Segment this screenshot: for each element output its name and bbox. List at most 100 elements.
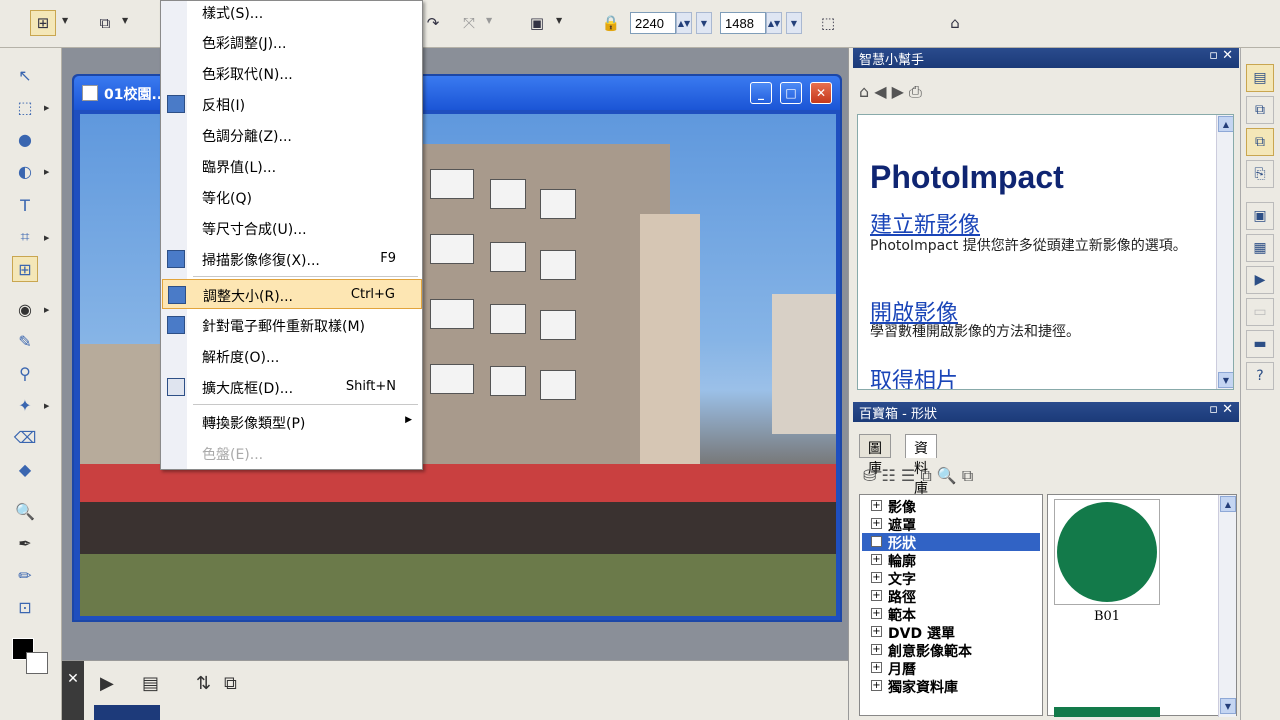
pointer-tool-icon[interactable]: ↖ [12, 62, 38, 88]
tree-item[interactable]: + 文字 [862, 569, 1040, 588]
panel-controls[interactable]: ▫ ✕ [1209, 48, 1233, 63]
panel-toggle-icon[interactable]: ▤ [1246, 64, 1274, 92]
text-tool-icon[interactable]: T [12, 192, 38, 218]
tab-gallery[interactable]: 圖庫 [859, 434, 891, 477]
panel-controls[interactable]: ▫ ✕ [1209, 402, 1233, 417]
menu-item-scan-repair[interactable]: 掃描影像修復(X)... F9 [162, 244, 422, 274]
close-icon[interactable]: ✕ [810, 82, 832, 104]
tree-item[interactable]: + DVD 選單 [862, 623, 1040, 642]
gallery-scrollbar[interactable]: ▲ ▼ [1218, 495, 1236, 717]
help-panel-header[interactable]: 智慧小幫手 ▫ ✕ [853, 48, 1239, 68]
help-nav-icons[interactable]: ⌂ ◀ ▶ ⎙ [859, 82, 922, 102]
height-dropdown-icon[interactable]: ▼ [786, 12, 802, 34]
expand-icon[interactable]: + [871, 662, 882, 673]
tree-item[interactable]: + 獨家資料庫 [862, 677, 1040, 696]
library-toolbar-icons[interactable]: ⛁ ☷ ☰ ⧉ 🔍 ⧉ [863, 466, 973, 486]
stamp-tool-icon[interactable]: ⚲ [12, 360, 38, 386]
tree-item-selected[interactable]: + 形狀 [862, 533, 1040, 552]
expand-icon[interactable]: + [871, 518, 882, 529]
play-icon[interactable]: ▶ [100, 673, 114, 694]
scroll-down-icon[interactable]: ▼ [1218, 372, 1233, 388]
expand-icon[interactable]: + [871, 590, 882, 601]
dropdown-arrow-icon[interactable]: ▶ [44, 168, 49, 176]
dropdown-arrow-icon[interactable]: ▼ [122, 16, 128, 25]
frame-list-icon[interactable]: ▤ [142, 673, 159, 694]
eye-tool-icon[interactable]: ◉ [12, 296, 38, 322]
scroll-up-icon[interactable]: ▲ [1218, 116, 1233, 132]
maximize-icon[interactable]: □ [780, 82, 802, 104]
width-spin-up-icon[interactable]: ▲▼ [676, 12, 692, 34]
dropdown-arrow-icon[interactable]: ▶ [44, 234, 49, 242]
width-dropdown-icon[interactable]: ▼ [696, 12, 712, 34]
zoom-tool-icon[interactable]: 🔍 [12, 498, 38, 524]
menu-item-color-adjust[interactable]: 色彩調整(J)... [162, 27, 422, 57]
help-icon[interactable]: ? [1246, 362, 1274, 390]
shape-tool-icon[interactable]: ● [12, 126, 38, 152]
monitor-icon[interactable]: ▬ [1246, 330, 1274, 358]
expand-icon[interactable]: + [871, 680, 882, 691]
menu-item-posterize[interactable]: 色調分離(Z)... [162, 120, 422, 150]
link-get-photo[interactable]: 取得相片 [870, 363, 958, 389]
tab-library[interactable]: 資料庫 [905, 434, 937, 497]
minimize-icon[interactable]: _ [750, 82, 772, 104]
home-icon[interactable]: ⌂ [942, 10, 968, 36]
grid-icon[interactable]: ▦ [1246, 234, 1274, 262]
tree-item[interactable]: + 月曆 [862, 659, 1040, 678]
expand-icon[interactable]: + [871, 572, 882, 583]
expand-icon[interactable]: + [871, 554, 882, 565]
layers-icon[interactable]: ⧉ [1246, 96, 1274, 124]
paint-tool-icon[interactable]: ✎ [12, 328, 38, 354]
sort-icon[interactable]: ⇅ [196, 673, 211, 694]
height-input[interactable] [720, 12, 766, 34]
tree-item[interactable]: + 路徑 [862, 587, 1040, 606]
eyedropper-tool-icon[interactable]: ✒ [12, 530, 38, 556]
eraser-tool-icon[interactable]: ⌫ [12, 424, 38, 450]
frame-thumbnail[interactable] [94, 705, 160, 720]
crop-tool-icon[interactable]: ⌗ [12, 224, 38, 250]
transform-icon[interactable]: ⧉ [92, 10, 118, 36]
expand-icon[interactable]: + [871, 626, 882, 637]
pick-tool-icon[interactable]: ⬚ [12, 94, 38, 120]
background-color-swatch[interactable] [26, 652, 48, 674]
dropdown-arrow-icon[interactable]: ▶ [44, 402, 49, 410]
align-icon[interactable]: ▣ [524, 10, 550, 36]
menu-item-equalize[interactable]: 等化(Q) [162, 182, 422, 212]
menu-item-threshold[interactable]: 臨界值(L)... [162, 151, 422, 181]
expand-icon[interactable]: + [871, 644, 882, 655]
help-scrollbar[interactable]: ▲ ▼ [1216, 115, 1233, 389]
duplicate-icon[interactable]: ⧉ [224, 673, 237, 694]
flip-icon[interactable]: ⤧ [456, 10, 482, 36]
dropdown-arrow-icon[interactable]: ▶ [44, 104, 49, 112]
menu-item-resolution[interactable]: 解析度(O)... [162, 341, 422, 371]
expand-icon[interactable]: + [871, 536, 882, 547]
close-icon[interactable]: ✕ [62, 661, 84, 720]
dropdown-arrow-icon[interactable]: ▼ [556, 16, 562, 25]
link-create-new-image[interactable]: 建立新影像 [870, 207, 980, 239]
scroll-up-icon[interactable]: ▲ [1220, 496, 1236, 512]
menu-item-resize[interactable]: 調整大小(R)... Ctrl+G [162, 279, 422, 309]
menu-item-expand-canvas[interactable]: 擴大底框(D)... Shift+N [162, 372, 422, 402]
menu-item-invert[interactable]: 反相(I) [162, 89, 422, 119]
tree-item[interactable]: + 輪廓 [862, 551, 1040, 570]
select-tool-icon[interactable]: ⊞ [30, 10, 56, 36]
path-tool-icon[interactable]: ⊡ [12, 594, 38, 620]
dropdown-arrow-icon[interactable]: ▼ [62, 16, 68, 25]
fill-tool-icon[interactable]: ◆ [12, 456, 38, 482]
pen-tool-icon[interactable]: ✏ [12, 562, 38, 588]
dropdown-arrow-icon[interactable]: ▶ [44, 306, 49, 314]
lock-icon[interactable]: 🔒 [598, 10, 624, 36]
rect-shape-icon[interactable] [1054, 707, 1160, 717]
toolbox-panel-header[interactable]: 百寶箱 - 形狀 ▫ ✕ [853, 402, 1239, 422]
menu-item-email-resample[interactable]: 針對電子郵件重新取樣(M) [162, 310, 422, 340]
width-input[interactable] [630, 12, 676, 34]
resize-tool-icon[interactable]: ⊞ [12, 256, 38, 282]
lasso-tool-icon[interactable]: ◐ [12, 158, 38, 184]
document-icon[interactable]: ▭ [1246, 298, 1274, 326]
play-icon[interactable]: ▶ [1246, 266, 1274, 294]
tree-item[interactable]: + 影像 [862, 497, 1040, 516]
scroll-down-icon[interactable]: ▼ [1220, 698, 1236, 714]
objects-icon[interactable]: ⧉ [1246, 128, 1274, 156]
menu-item-same-size-merge[interactable]: 等尺寸合成(U)... [162, 213, 422, 243]
expand-icon[interactable]: + [871, 500, 882, 511]
menu-item-convert-type[interactable]: 轉換影像類型(P) ▶ [162, 407, 422, 437]
